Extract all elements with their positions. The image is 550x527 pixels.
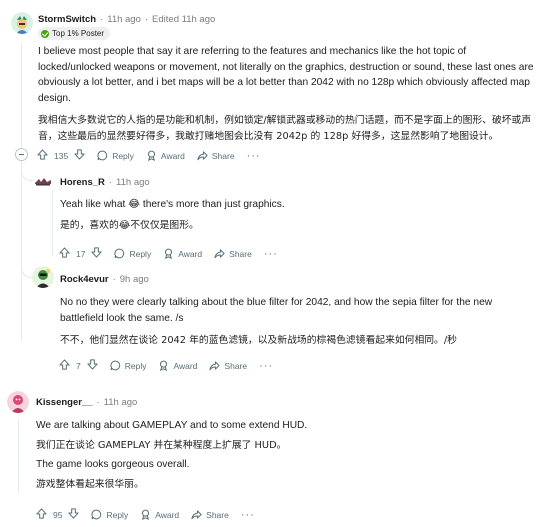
- comment-body: I believe most people that say it are re…: [38, 44, 538, 145]
- share-icon: [191, 510, 202, 520]
- award-button[interactable]: Award: [140, 509, 179, 520]
- flair-label: Top 1% Poster: [52, 29, 105, 38]
- comment-actions: 7 Reply Award Share ···: [59, 359, 273, 372]
- award-button[interactable]: Award: [146, 150, 185, 161]
- avatar[interactable]: [7, 391, 29, 413]
- upvote-icon[interactable]: [59, 247, 70, 260]
- username[interactable]: StormSwitch: [38, 14, 96, 25]
- thread-line-main: [21, 42, 22, 342]
- vote-count: 95: [53, 509, 63, 520]
- more-icon[interactable]: ···: [247, 150, 261, 162]
- award-icon: [147, 150, 155, 161]
- share-icon: [197, 151, 208, 161]
- more-icon[interactable]: ···: [259, 360, 273, 372]
- comment-meta: Kissenger__ · 11h ago: [36, 397, 138, 408]
- comment-body: We are talking about GAMEPLAY and to som…: [36, 418, 536, 492]
- comment-icon: [91, 509, 102, 520]
- award-button[interactable]: Award: [163, 248, 202, 259]
- award-icon: [142, 509, 150, 520]
- share-label: Share: [206, 509, 229, 520]
- comment-body: Yeah like what 😂 there's more than just …: [60, 197, 530, 233]
- share-icon: [214, 249, 225, 259]
- username[interactable]: Rock4evur: [60, 274, 109, 285]
- share-label: Share: [229, 248, 252, 259]
- vote-count: 7: [76, 360, 81, 371]
- avatar[interactable]: [32, 266, 54, 288]
- vote-count: 17: [76, 248, 86, 259]
- reply-label: Reply: [112, 150, 134, 161]
- thread-line-main: [18, 418, 19, 494]
- downvote-icon[interactable]: [68, 508, 80, 521]
- comment-paragraph: The game looks gorgeous overall.: [36, 459, 190, 471]
- comment-body: No no they were clearly talking about th…: [60, 295, 530, 349]
- comment-meta: StormSwitch · 11h ago · Edited 11h ago: [38, 14, 216, 25]
- vote-count: 135: [54, 150, 69, 161]
- vote-control: 7: [59, 359, 98, 372]
- user-flair: Top 1% Poster: [38, 27, 111, 40]
- comment-paragraph: Yeah like what 😂 there's more than just …: [60, 199, 285, 210]
- timestamp: 9h ago: [119, 274, 149, 285]
- share-label: Share: [211, 150, 235, 161]
- comment-paragraph: No no they were clearly talking about th…: [60, 297, 493, 324]
- reply-button[interactable]: Reply: [114, 248, 151, 259]
- award-icon: [160, 360, 168, 371]
- reply-label: Reply: [129, 248, 152, 259]
- timestamp: 11h ago: [107, 14, 141, 25]
- share-button[interactable]: Share: [209, 360, 247, 371]
- avatar[interactable]: [34, 174, 52, 188]
- comment-paragraph: We are talking about GAMEPLAY and to som…: [36, 420, 308, 431]
- downvote-icon[interactable]: [91, 247, 103, 260]
- more-icon[interactable]: ···: [264, 248, 278, 260]
- upvote-icon[interactable]: [36, 508, 47, 521]
- comment-paragraph: 我们正在谈论 GAMEPLAY 并在某种程度上扩展了 HUD。: [36, 439, 287, 451]
- share-label: Share: [224, 360, 248, 371]
- timestamp: 11h ago: [103, 397, 138, 408]
- award-icon: [165, 248, 173, 259]
- award-button[interactable]: Award: [158, 360, 197, 371]
- username[interactable]: Horens_R: [60, 177, 105, 188]
- comment-icon: [114, 248, 125, 259]
- reply-button[interactable]: Reply: [110, 360, 147, 371]
- reply-label: Reply: [106, 509, 129, 520]
- award-label: Award: [178, 248, 203, 259]
- comment-paragraph: 游戏整体看起来很华丽。: [36, 478, 144, 490]
- comment-meta: Horens_R · 11h ago: [60, 177, 150, 188]
- comment-icon: [97, 150, 108, 161]
- comment-paragraph: I believe most people that say it are re…: [38, 46, 534, 104]
- vote-control: 135: [37, 149, 85, 162]
- timestamp: 11h ago: [116, 177, 150, 188]
- reply-button[interactable]: Reply: [97, 150, 134, 161]
- award-label: Award: [155, 509, 180, 520]
- edited-label: Edited 11h ago: [152, 14, 216, 25]
- thread-line-reply: [52, 190, 53, 256]
- share-icon: [209, 361, 221, 371]
- comment-paragraph: 是的，喜欢的😂不仅仅是图形。: [60, 219, 199, 231]
- reply-label: Reply: [124, 360, 147, 371]
- flair-check-icon: [41, 29, 49, 38]
- reply-button[interactable]: Reply: [91, 509, 128, 520]
- avatar[interactable]: [11, 12, 33, 34]
- upvote-icon[interactable]: [37, 149, 48, 162]
- username[interactable]: Kissenger__: [36, 397, 93, 408]
- comment-meta: Rock4evur · 9h ago: [60, 274, 149, 285]
- downvote-icon[interactable]: [87, 359, 98, 372]
- share-button[interactable]: Share: [191, 509, 229, 520]
- downvote-icon[interactable]: [74, 149, 85, 162]
- comment-actions: 17 Reply Award Share ···: [59, 247, 278, 260]
- share-button[interactable]: Share: [214, 248, 252, 259]
- share-button[interactable]: Share: [197, 150, 235, 161]
- award-label: Award: [173, 360, 198, 371]
- vote-control: 95: [36, 508, 80, 521]
- comment-actions: 135 Reply Award Share ···: [37, 149, 261, 162]
- award-label: Award: [160, 150, 185, 161]
- upvote-icon[interactable]: [59, 359, 70, 372]
- more-icon[interactable]: ···: [241, 509, 255, 521]
- collapse-thread-button[interactable]: [15, 148, 28, 161]
- comment-paragraph: 不不，他们显然在谈论 2042 年的蓝色滤镜，以及新战场的棕褐色滤镜看起来如何相…: [60, 335, 457, 347]
- comment-actions: 95 Reply Award Share ···: [36, 508, 255, 521]
- vote-control: 17: [59, 247, 103, 260]
- thread-elbow: [21, 163, 35, 181]
- comment-paragraph: 我相信大多数说它的人指的是功能和机制，例如锁定/解锁武器或移动的热门话题，而不是…: [38, 115, 532, 142]
- comment-icon: [110, 360, 120, 371]
